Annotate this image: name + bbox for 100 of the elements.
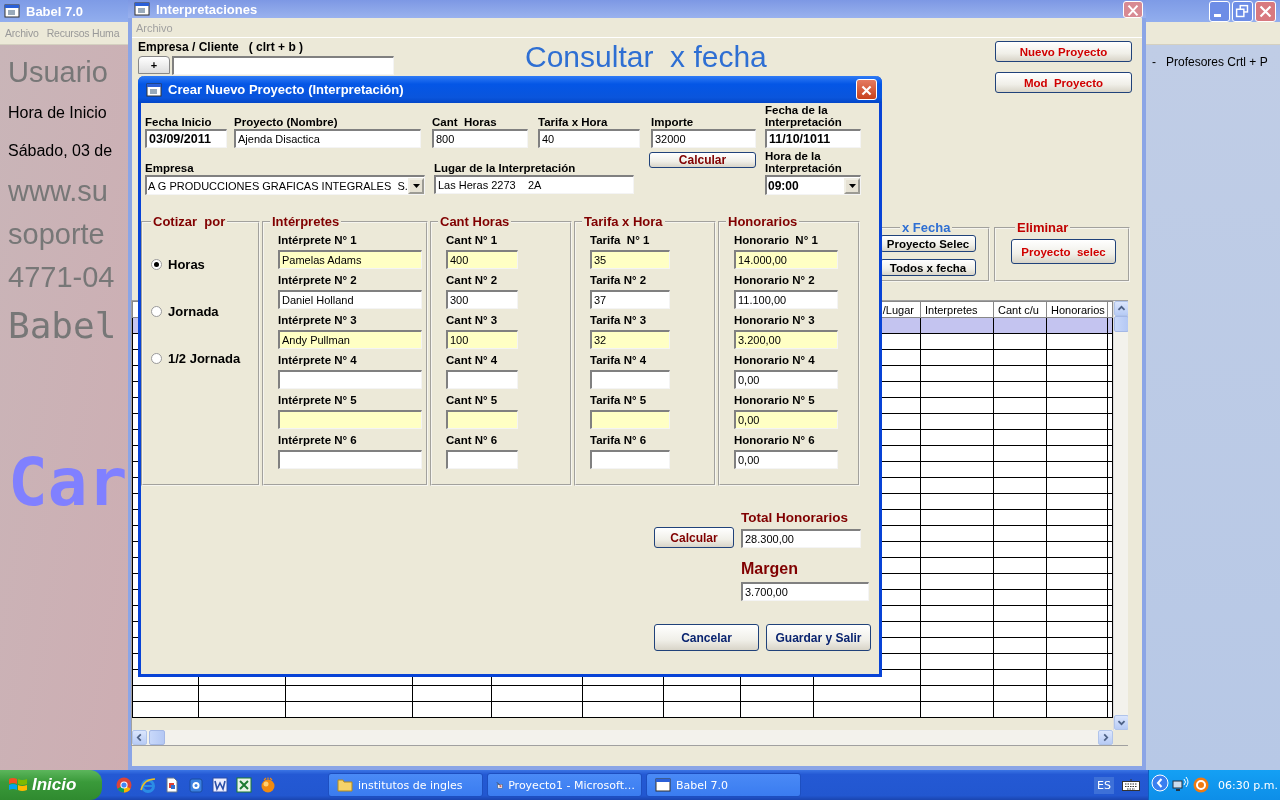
scroll-down-button[interactable]	[1114, 715, 1128, 730]
action-button[interactable]: Guardar y Salir	[766, 624, 871, 651]
close-button[interactable]	[856, 79, 877, 100]
input-field[interactable]: Andy Pullman	[278, 330, 422, 349]
input-field[interactable]: 300	[446, 290, 518, 309]
field-label: Empresa / Cliente ( clrt + b )	[138, 40, 305, 56]
info-text: 4771-04	[8, 260, 115, 295]
calculate-button[interactable]: Calcular	[649, 152, 756, 168]
time-dropdown[interactable]: 09:00	[765, 175, 861, 195]
field-label: Empresa	[145, 161, 195, 175]
input-field[interactable]: 11.100,00	[734, 290, 838, 309]
field-label: Honorario N° 6	[734, 433, 816, 448]
close-button[interactable]	[1123, 0, 1143, 18]
radio-label[interactable]: 1/2 Jornada	[168, 350, 241, 366]
input-field[interactable]: 37	[590, 290, 670, 309]
client-field[interactable]	[172, 56, 394, 75]
text-field[interactable]: Las Heras 2273 2A	[434, 175, 634, 194]
action-button[interactable]: Mod Proyecto	[995, 72, 1132, 93]
scroll-up-button[interactable]	[1114, 301, 1128, 316]
action-button[interactable]: Todos x fecha	[880, 259, 976, 276]
page-heading: Consultar x fecha	[525, 40, 767, 74]
field-label: Intérprete N° 2	[278, 273, 358, 288]
input-field[interactable]	[278, 450, 422, 469]
menu-link[interactable]: Profesores Crtl + P	[1166, 55, 1268, 69]
group-title: Cotizar por	[152, 214, 227, 229]
radio-label[interactable]: Horas	[168, 256, 205, 272]
field-label: Honorario N° 1	[734, 233, 819, 248]
number-field[interactable]: 40	[538, 129, 640, 148]
table-row[interactable]	[132, 701, 1113, 718]
scrollbar-thumb[interactable]	[149, 730, 165, 745]
field-label: Honorario N° 5	[734, 393, 816, 408]
network-icon[interactable]	[1172, 777, 1190, 793]
total-field[interactable]: 28.300,00	[741, 529, 861, 548]
radio-button[interactable]	[151, 352, 162, 364]
table-row[interactable]	[132, 685, 1113, 702]
add-button[interactable]: +	[138, 56, 170, 74]
field-label: Honorario N° 3	[734, 313, 816, 328]
input-field[interactable]	[446, 450, 518, 469]
input-field[interactable]: 14.000,00	[734, 250, 838, 269]
taskbar-button[interactable]: Proyecto1 - Microsoft…	[487, 773, 642, 797]
keyboard-icon[interactable]	[1122, 779, 1140, 791]
input-field[interactable]	[590, 410, 670, 429]
input-field[interactable]	[446, 410, 518, 429]
text-field[interactable]: Ajenda Disactica	[234, 129, 421, 148]
action-button[interactable]: Proyecto selec	[1011, 239, 1116, 264]
number-field[interactable]: 800	[432, 129, 528, 148]
spreadsheet-icon[interactable]	[236, 777, 252, 793]
input-field[interactable]: Daniel Holland	[278, 290, 422, 309]
sphere-icon[interactable]	[260, 777, 276, 793]
input-field[interactable]: 35	[590, 250, 670, 269]
wheel-icon[interactable]	[116, 777, 132, 793]
restore-button[interactable]	[1232, 0, 1253, 22]
input-field[interactable]: 0,00	[734, 370, 838, 389]
field-label: Honorario N° 4	[734, 353, 816, 368]
language-indicator[interactable]: ES	[1094, 776, 1114, 794]
input-field[interactable]: 0,00	[734, 450, 838, 469]
scrollbar-thumb[interactable]	[1114, 316, 1128, 332]
horizontal-scrollbar[interactable]	[132, 730, 1113, 745]
text-document-icon[interactable]	[212, 777, 228, 793]
margin-field[interactable]: 3.700,00	[741, 582, 869, 601]
number-field[interactable]: 32000	[651, 129, 756, 148]
action-button[interactable]: Cancelar	[654, 624, 759, 651]
taskbar-button[interactable]: Babel 7.0	[646, 773, 801, 797]
date-field[interactable]: 11/10/1011	[765, 129, 861, 148]
input-field[interactable]	[446, 370, 518, 389]
taskbar-button[interactable]: institutos de ingles	[328, 773, 483, 797]
date-field[interactable]: 03/09/2011	[145, 129, 227, 148]
field-label: Tarifa N° 1	[590, 233, 651, 248]
ring-icon[interactable]	[140, 777, 156, 793]
input-field[interactable]	[590, 370, 670, 389]
input-field[interactable]: 400	[446, 250, 518, 269]
radio-button[interactable]	[151, 305, 162, 317]
action-button[interactable]: Nuevo Proyecto	[995, 41, 1132, 62]
input-field[interactable]: 3.200,00	[734, 330, 838, 349]
input-field[interactable]: 0,00	[734, 410, 838, 429]
input-field[interactable]	[278, 410, 422, 429]
close-button[interactable]	[1255, 0, 1276, 22]
scroll-left-button[interactable]	[132, 730, 147, 745]
field-label: Tarifa N° 6	[590, 433, 648, 448]
minimize-button[interactable]	[1209, 0, 1230, 22]
scroll-right-button[interactable]	[1098, 730, 1113, 745]
calculate-button[interactable]: Calcular	[654, 527, 734, 548]
document-icon[interactable]	[164, 777, 180, 793]
input-field[interactable]: 100	[446, 330, 518, 349]
action-button[interactable]: Proyecto Selec	[880, 235, 976, 252]
input-field[interactable]: 32	[590, 330, 670, 349]
field-label: Fecha Inicio	[145, 115, 213, 129]
start-button[interactable]: Inicio	[0, 770, 102, 800]
input-field[interactable]	[590, 450, 670, 469]
company-dropdown[interactable]: A G PRODUCCIONES GRAFICAS INTEGRALES S.	[145, 175, 425, 195]
group-title: Honorarios	[727, 214, 799, 229]
window-title: Interpretaciones	[156, 1, 258, 17]
vertical-scrollbar[interactable]	[1113, 301, 1128, 730]
radio-label[interactable]: Jornada	[168, 303, 219, 319]
input-field[interactable]	[278, 370, 422, 389]
group-title: Cant Horas	[439, 214, 511, 229]
group-title: Intérpretes	[271, 214, 341, 229]
radio-button[interactable]	[151, 258, 162, 270]
input-field[interactable]: Pamelas Adams	[278, 250, 422, 269]
window-icon	[146, 82, 162, 97]
